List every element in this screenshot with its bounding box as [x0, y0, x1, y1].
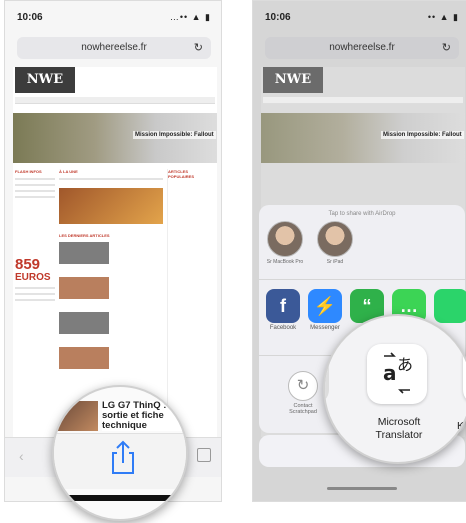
article-thumbnail[interactable] [59, 277, 109, 299]
derniers-label: LES DERNIERS ARTICLES [59, 233, 110, 238]
app-label: Messenger [310, 325, 340, 331]
site-logo: NWE [263, 67, 323, 93]
site-logo[interactable]: NWE [15, 67, 75, 93]
device-name: Sr iPad [326, 259, 344, 265]
article-thumbnail[interactable] [59, 347, 109, 369]
status-time: 10:06 [265, 12, 291, 23]
text-line [15, 287, 55, 289]
avatar [267, 221, 303, 257]
microsoft-translator-label: Microsoft Translator [375, 416, 423, 441]
url-text: nowhereelse.fr [81, 42, 147, 53]
flash-label: FLASH INFOS [15, 169, 42, 174]
status-signal-icons: …•• ▲ ▮ [169, 12, 211, 22]
reload-icon[interactable]: ↻ [442, 37, 451, 59]
flash-column: FLASH INFOS 859 EUROS [15, 169, 55, 429]
magnifier-share-button: LG G7 ThinQ : de sortie et fiche techniq… [52, 385, 188, 521]
avatar [317, 221, 353, 257]
scratchpad-icon: ↻ [288, 371, 318, 401]
airdrop-hint: Tap to share with AirDrop [328, 211, 396, 217]
partial-app-label: K [457, 420, 465, 432]
text-line [15, 184, 55, 186]
price-number: 859 [15, 256, 41, 273]
text-line [15, 293, 55, 295]
magnifier-microsoft-translator: a あ s Microsoft Translator K [323, 314, 466, 464]
action-label: Contact Scratchpad [289, 403, 317, 415]
article-thumbnail[interactable] [59, 188, 163, 224]
share-app-messenger[interactable]: ⚡ Messenger [307, 289, 343, 331]
article-thumbnail[interactable] [59, 242, 109, 264]
address-bar[interactable]: nowhereelse.fr ↻ [265, 37, 459, 59]
home-indicator [327, 487, 397, 490]
site-nav [263, 97, 463, 104]
facebook-icon: f [266, 289, 300, 323]
svg-text:a: a [383, 361, 397, 385]
messenger-icon: ⚡ [308, 289, 342, 323]
popular-column: ARTICLES POPULAIRES [167, 169, 215, 429]
airdrop-device[interactable]: Sr iPad [315, 221, 355, 265]
svg-text:あ: あ [397, 355, 413, 374]
translator-icon: a あ [383, 352, 413, 394]
status-bar: 10:06 •• ▲ ▮ [253, 1, 466, 31]
reload-icon[interactable]: ↻ [194, 37, 203, 59]
status-time: 10:06 [17, 12, 43, 23]
text-line [59, 178, 163, 180]
popular-label: ARTICLES POPULAIRES [168, 169, 195, 179]
text-line [15, 178, 55, 180]
status-bar: 10:06 …•• ▲ ▮ [5, 1, 221, 31]
home-indicator-bar [54, 495, 186, 501]
share-icon[interactable] [108, 439, 138, 475]
text-line [15, 299, 55, 301]
back-arrow-icon[interactable]: ‹ [19, 448, 24, 464]
price-unit: EUROS [15, 272, 51, 283]
magnified-article-title[interactable]: LG G7 ThinQ : de sortie et fiche techniq… [102, 401, 186, 431]
address-bar[interactable]: nowhereelse.fr ↻ [17, 37, 211, 59]
url-text: nowhereelse.fr [329, 42, 395, 53]
microsoft-translator-app[interactable]: a あ [367, 344, 427, 404]
text-line [15, 196, 55, 198]
share-app-generic[interactable] [433, 289, 466, 323]
text-line [15, 190, 55, 192]
article-thumbnail[interactable] [59, 312, 109, 334]
device-name: Sr MacBook Pro [266, 259, 304, 265]
generic-app-icon [434, 289, 466, 323]
hero-title[interactable]: Mission Impossible: Fallout [133, 131, 216, 139]
share-app-facebook[interactable]: f Facebook [265, 289, 301, 331]
article-image[interactable] [58, 401, 98, 431]
tabs-icon[interactable] [197, 448, 211, 462]
partial-app-label: s [325, 420, 331, 432]
airdrop-device[interactable]: Sr MacBook Pro [265, 221, 305, 265]
app-label: Facebook [269, 325, 297, 331]
hero-title: Mission Impossible: Fallout [381, 131, 464, 139]
divider [259, 279, 465, 280]
une-label: À LA UNE [59, 169, 78, 174]
action-contact-scratchpad[interactable]: ↻ Contact Scratchpad [283, 371, 323, 415]
status-signal-icons: •• ▲ ▮ [427, 12, 459, 22]
webpage-content[interactable]: NWE Mission Impossible: Fallout FLASH IN… [13, 67, 217, 437]
site-nav[interactable] [15, 97, 215, 104]
